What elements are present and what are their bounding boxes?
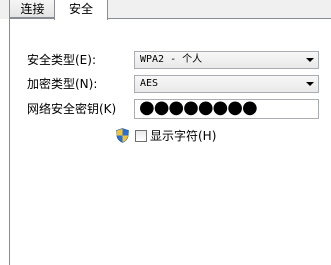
encryption-type-dropdown[interactable]: AES [134,75,319,93]
chevron-down-icon [306,58,314,62]
security-type-dropdown[interactable]: WPA2 - 个人 [134,51,319,69]
show-characters-label[interactable]: 显示字符(H) [150,128,216,144]
show-characters-checkbox[interactable] [135,130,147,142]
security-type-value: WPA2 - 个人 [140,54,203,65]
encryption-type-value: AES [140,78,159,89]
tab-security-label: 安全 [68,2,93,16]
chevron-down-icon [306,82,314,86]
uac-shield-icon [116,128,129,143]
tab-connection-label: 连接 [20,2,45,16]
network-key-masked-value: ●●●●●●●● [139,97,258,118]
network-key-field[interactable]: ●●●●●●●● [134,97,319,119]
tab-connection[interactable]: 连接 [9,0,55,18]
security-type-label: 安全类型(E): [27,53,96,67]
encryption-type-label: 加密类型(N): [27,77,98,91]
network-key-label: 网络安全密钥(K) [27,102,117,116]
tab-security[interactable]: 安全 [54,0,108,20]
